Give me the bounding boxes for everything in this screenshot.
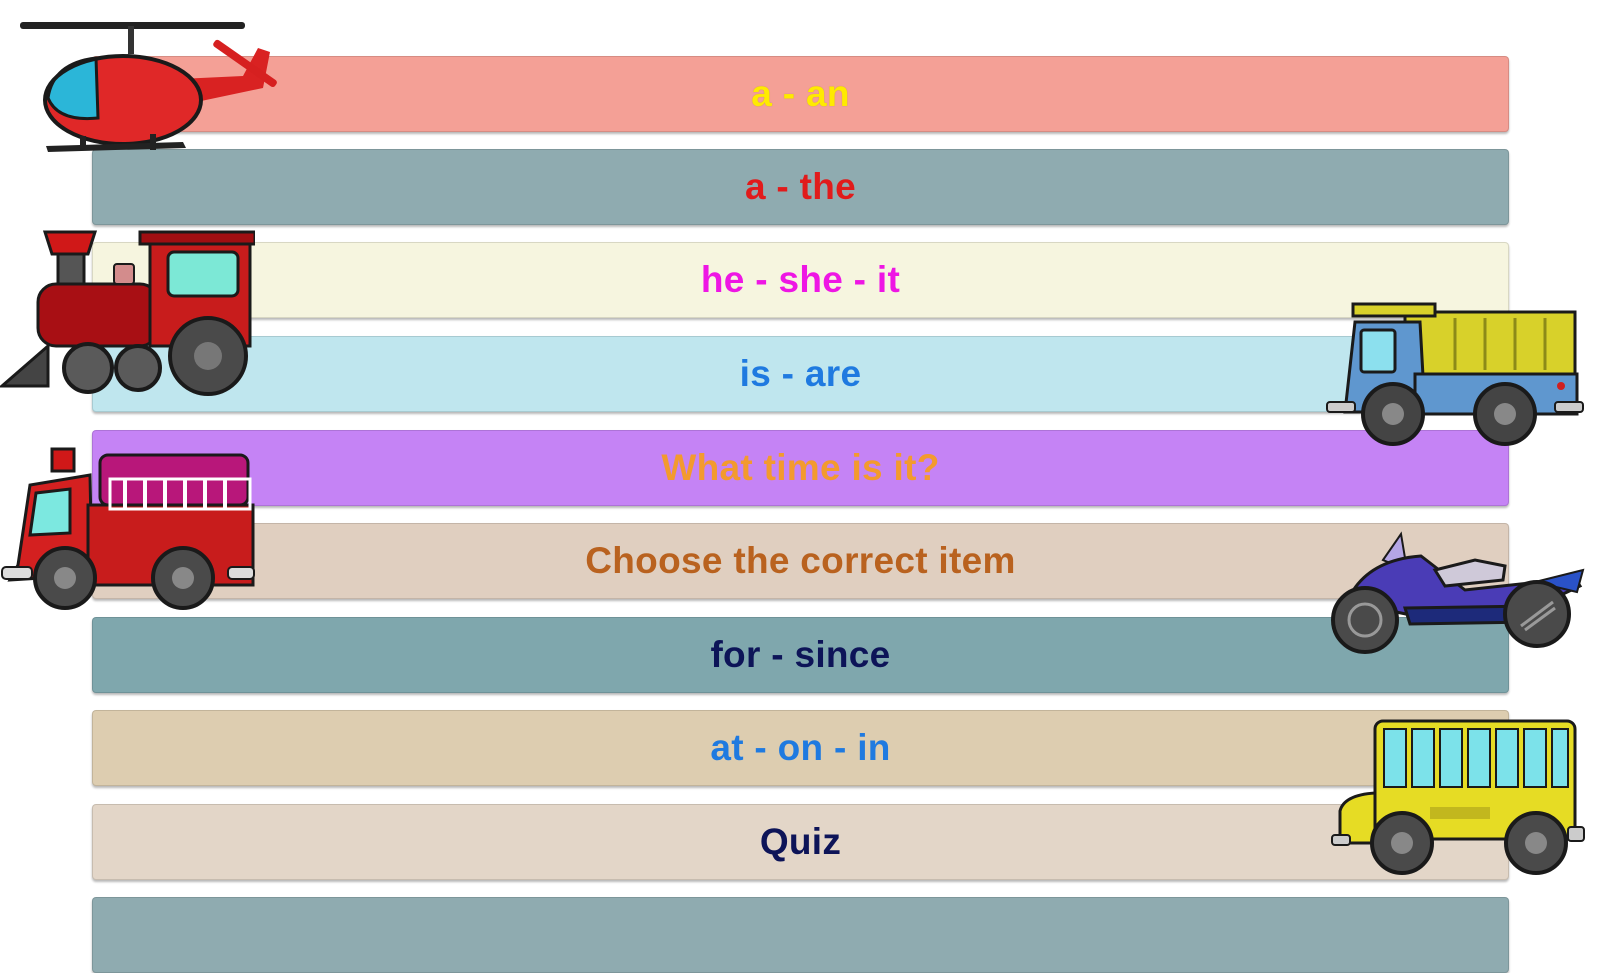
menu-item-label: Quiz	[759, 821, 842, 862]
menu-item-what-time[interactable]: What time is it?	[92, 430, 1509, 506]
menu-item-label: Choose the correct item	[585, 540, 1016, 581]
menu-item-for-since[interactable]: for - since	[92, 617, 1509, 693]
motorcycle-icon	[1325, 530, 1585, 655]
menu-item-is-are[interactable]: is - are	[92, 336, 1509, 412]
menu-item-at-on-in[interactable]: at - on - in	[92, 710, 1509, 786]
menu-item-label: for - since	[710, 634, 891, 675]
menu-item-he-she-it[interactable]: he - she - it	[92, 242, 1509, 318]
menu-item-quiz[interactable]: Quiz	[92, 804, 1509, 880]
train-icon	[0, 228, 255, 398]
dump-truck-icon	[1325, 302, 1585, 452]
menu-item-label: a - the	[744, 166, 857, 207]
menu-item-a-an[interactable]: a - an	[92, 56, 1509, 132]
menu-item-choose-correct[interactable]: Choose the correct item	[92, 523, 1509, 599]
menu-item-partial[interactable]	[92, 897, 1509, 973]
menu-item-label: What time is it?	[661, 447, 940, 488]
menu-item-label: he - she - it	[700, 259, 901, 300]
menu-item-label: a - an	[751, 73, 850, 114]
menu-item-a-the[interactable]: a - the	[92, 149, 1509, 225]
menu-item-label: at - on - in	[710, 727, 891, 768]
school-bus-icon	[1330, 715, 1585, 885]
menu-item-label: is - are	[739, 353, 862, 394]
helicopter-icon	[18, 18, 283, 158]
fire-truck-icon	[0, 445, 258, 620]
